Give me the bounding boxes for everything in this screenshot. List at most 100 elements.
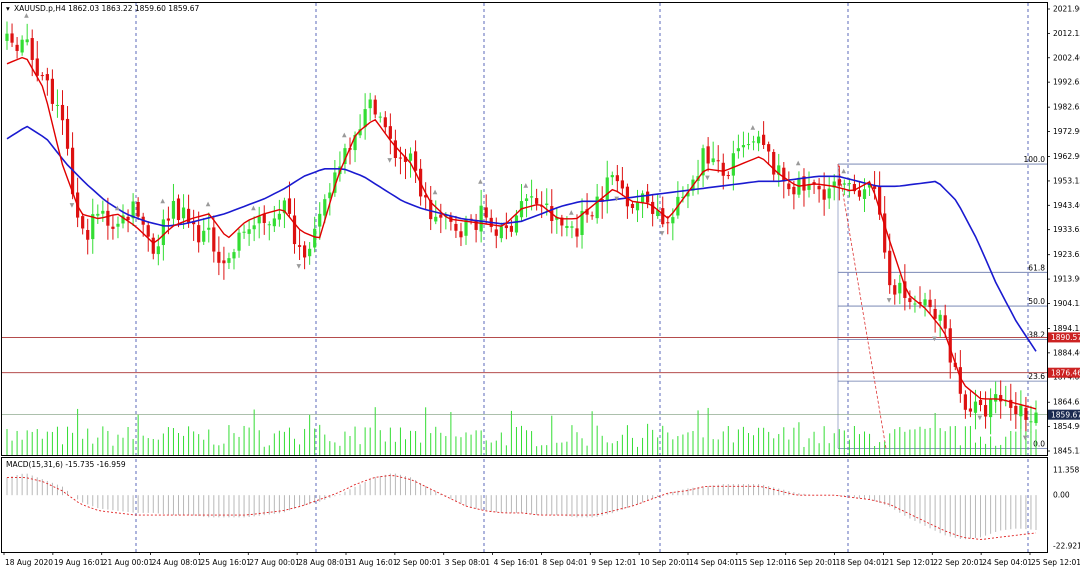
horizontal-line-price-tag-text: 1890.57 xyxy=(1051,333,1080,342)
fractal-arrow-icon: ▼ xyxy=(660,230,665,237)
price-axis-label: 1933.65 xyxy=(1053,225,1080,234)
candle-body xyxy=(504,225,508,229)
candle-body xyxy=(439,214,443,218)
time-axis-label: 27 Aug 00:01 xyxy=(249,558,300,567)
candle-body xyxy=(661,208,665,225)
price-axis-label: 1845.15 xyxy=(1053,447,1080,456)
candle-body xyxy=(983,405,988,417)
candle-body xyxy=(171,200,176,219)
chart-collapse-icon[interactable]: ▾ xyxy=(6,4,10,13)
fractal-arrow-icon: ▼ xyxy=(614,196,619,203)
candle-body xyxy=(989,399,993,418)
candle-body xyxy=(363,109,367,128)
candle-body xyxy=(81,216,85,229)
candle-body xyxy=(55,104,60,106)
candle-body xyxy=(106,210,110,226)
candle-body xyxy=(671,217,675,224)
fractal-arrow-icon: ▲ xyxy=(751,124,756,131)
candle-body xyxy=(792,186,796,195)
candle-body xyxy=(640,193,645,203)
candle-body xyxy=(898,282,902,294)
candle-body xyxy=(207,227,211,230)
candle-body xyxy=(217,251,221,263)
time-axis-label: 4 Sep 16:01 xyxy=(494,558,540,567)
candle-body xyxy=(646,191,650,203)
time-axis-label: 15 Sep 12:01 xyxy=(738,558,788,567)
candle-body xyxy=(5,33,9,41)
candle-body xyxy=(933,308,937,319)
candle-body xyxy=(151,237,155,254)
candle-body xyxy=(1024,407,1028,420)
candle-body xyxy=(303,245,307,258)
candle-body xyxy=(938,314,942,321)
candle-body xyxy=(242,231,246,233)
trading-chart-window[interactable]: 100.0 61.8 50.0 38.2 23.6 0.0 ▲ ▼ ▲ ▲ ▲ ▲ ▼ ▲ ▼ ▲ ▲ ▲ ▲ ▼ ▼… xyxy=(0,0,1080,572)
candle-body xyxy=(908,298,912,303)
candle-body xyxy=(237,232,241,251)
price-axis-label: 1884.40 xyxy=(1053,348,1080,357)
candle-body xyxy=(1014,405,1018,415)
candle-body xyxy=(65,118,70,149)
candle-body xyxy=(706,146,710,164)
candle-body xyxy=(227,258,231,263)
candle-body xyxy=(86,229,90,240)
candle-body xyxy=(822,189,826,200)
candle-body xyxy=(817,185,821,190)
price-axis-label: 1953.15 xyxy=(1053,176,1080,185)
candle-body xyxy=(514,215,519,233)
candle-body xyxy=(610,175,614,178)
candle-body xyxy=(590,215,594,217)
fractal-arrow-icon: ▲ xyxy=(251,204,256,211)
fractal-arrow-icon: ▲ xyxy=(160,198,165,205)
fractal-arrow-icon: ▲ xyxy=(342,132,347,139)
time-axis-label: 25 Aug 16:01 xyxy=(200,558,251,567)
time-axis-label: 28 Aug 08:01 xyxy=(298,558,349,567)
candle-body xyxy=(368,99,372,109)
candle-body xyxy=(20,39,24,53)
candle-body xyxy=(999,395,1003,402)
candle-body xyxy=(620,180,624,189)
candle-body xyxy=(454,223,458,231)
candle-body xyxy=(751,141,756,143)
candle-body xyxy=(772,151,776,175)
candle-body xyxy=(731,153,735,176)
price-axis-label: 1854.90 xyxy=(1053,422,1080,431)
candle-body xyxy=(484,207,488,218)
candle-body xyxy=(35,58,39,76)
candle-body xyxy=(535,198,539,204)
candle-body xyxy=(529,196,534,198)
fractal-arrow-icon: ▲ xyxy=(841,167,846,174)
candle-body xyxy=(499,226,503,239)
candle-body xyxy=(60,104,65,121)
candle-body xyxy=(888,250,892,286)
candle-body xyxy=(1019,405,1023,417)
candle-body xyxy=(313,228,317,248)
candle-body xyxy=(565,225,569,228)
candle-body xyxy=(318,213,322,227)
candle-body xyxy=(323,199,327,216)
candle-body xyxy=(787,183,791,190)
price-axis-label: 1982.65 xyxy=(1053,103,1080,112)
candle-body xyxy=(651,201,655,214)
time-axis-label: 14 Sep 04:01 xyxy=(689,558,739,567)
price-axis-label: 1894.15 xyxy=(1053,324,1080,333)
candle-body xyxy=(308,248,312,257)
fib-level-label: 100.0 xyxy=(1024,155,1046,164)
candle-body xyxy=(398,157,403,159)
candle-body xyxy=(146,225,150,237)
candle-body xyxy=(10,33,14,43)
fractal-arrow-icon: ▲ xyxy=(796,159,801,166)
symbol-info-label: XAUUSD.p,H4 1862.03 1863.22 1859.60 1859… xyxy=(14,4,200,13)
candle-body xyxy=(666,222,670,224)
fib-level-label: 38.2 xyxy=(1028,331,1045,340)
candle-body xyxy=(524,198,529,201)
candle-body xyxy=(408,153,413,161)
candle-body xyxy=(716,160,720,162)
price-chart[interactable]: 100.0 61.8 50.0 38.2 23.6 0.0 ▲ ▼ ▲ ▲ ▲ ▲ ▼ ▲ ▼ ▲ ▲ ▲ ▲ ▼ ▼… xyxy=(0,0,1080,572)
fractal-arrow-icon: ▲ xyxy=(433,188,438,195)
fib-level-label: 50.0 xyxy=(1028,297,1045,306)
price-axis-label: 1972.90 xyxy=(1053,127,1080,136)
price-axis-label: 1923.65 xyxy=(1053,250,1080,259)
candle-body xyxy=(968,408,973,412)
price-axis-label: 2002.40 xyxy=(1053,53,1080,62)
